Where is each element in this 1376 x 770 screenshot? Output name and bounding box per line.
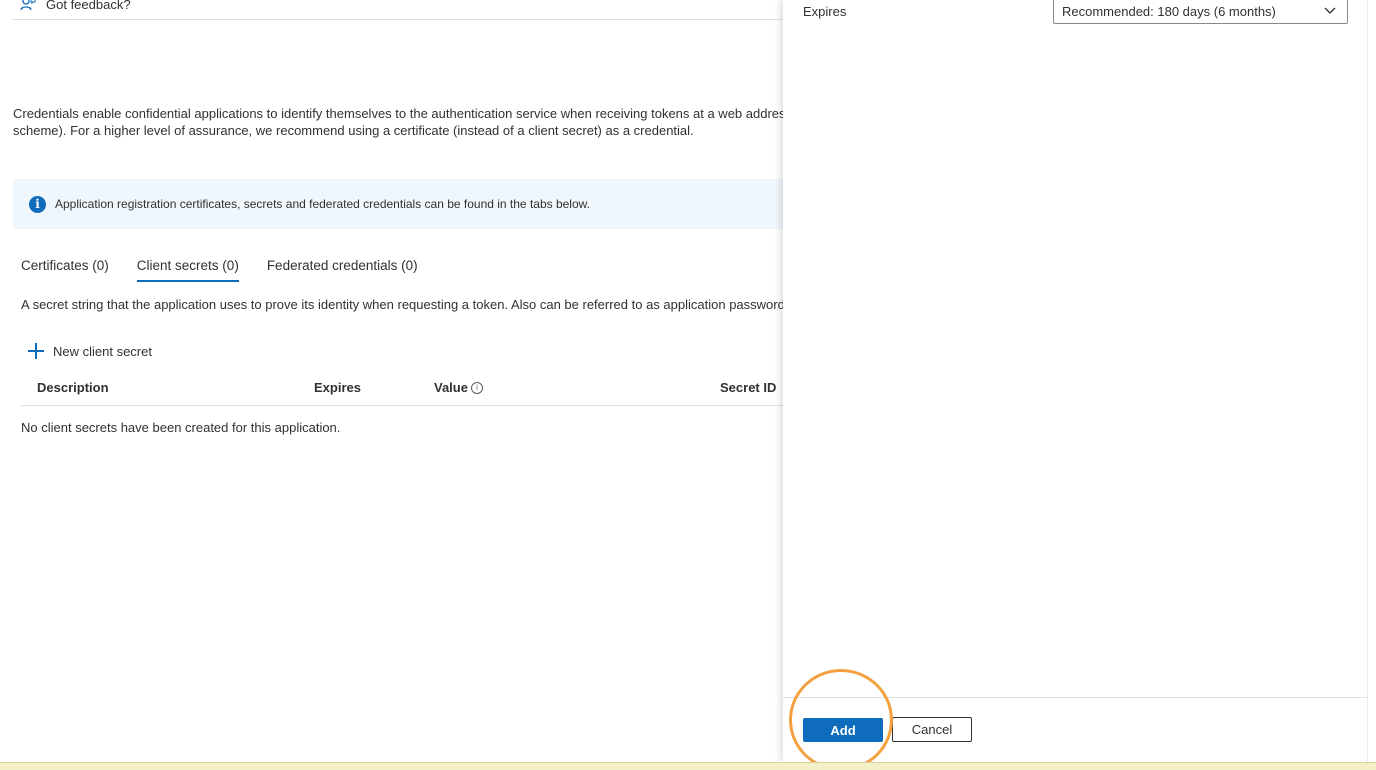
person-feedback-icon (20, 0, 36, 11)
value-info-icon[interactable]: i (470, 381, 483, 394)
credentials-main-content: Got feedback? Credentials enable confide… (0, 0, 784, 762)
new-client-secret-label: New client secret (53, 343, 152, 359)
expires-label: Expires (803, 4, 847, 19)
empty-table-message: No client secrets have been created for … (21, 420, 341, 435)
column-header-expires: Expires (314, 380, 361, 395)
app-page: Got feedback? Credentials enable confide… (0, 0, 1376, 770)
credentials-description: Credentials enable confidential applicat… (13, 105, 784, 139)
secrets-table-header: Description Expires Value i Secret ID (21, 378, 784, 406)
header-secret-id-label: Secret ID (720, 380, 777, 395)
header-value-label: Value (434, 380, 468, 395)
description-line-1: Credentials enable confidential applicat… (13, 106, 784, 121)
add-button[interactable]: Add (803, 718, 883, 742)
plus-icon (28, 343, 44, 359)
add-client-secret-panel: Expires Recommended: 180 days (6 months)… (783, 0, 1368, 770)
expires-selected-value: Recommended: 180 days (6 months) (1062, 4, 1276, 19)
top-divider (13, 19, 784, 20)
tab-federated-credentials[interactable]: Federated credentials (0) (267, 258, 418, 282)
new-client-secret-button[interactable]: New client secret (28, 343, 152, 359)
header-expires-label: Expires (314, 380, 361, 395)
panel-scrollbar[interactable] (1367, 0, 1376, 762)
credential-tabs: Certificates (0) Client secrets (0) Fede… (21, 258, 418, 282)
column-header-value: Value i (434, 380, 483, 395)
info-message-text: Application registration certificates, s… (55, 197, 590, 211)
column-header-secret-id: Secret ID (720, 380, 776, 395)
bottom-notification-strip (0, 762, 1376, 770)
feedback-link[interactable]: Got feedback? (20, 0, 131, 14)
expires-dropdown[interactable]: Recommended: 180 days (6 months) (1053, 0, 1348, 24)
info-icon: i (29, 195, 46, 213)
tab-client-secrets[interactable]: Client secrets (0) (136, 258, 239, 282)
cancel-button[interactable]: Cancel (892, 717, 972, 742)
info-message-bar: i Application registration certificates,… (13, 179, 784, 229)
feedback-label: Got feedback? (46, 0, 131, 12)
panel-footer-divider (783, 697, 1368, 698)
header-description-label: Description (37, 380, 109, 395)
column-header-description: Description (37, 380, 109, 395)
tab-certificates[interactable]: Certificates (0) (21, 258, 109, 282)
description-line-2: scheme). For a higher level of assurance… (13, 123, 694, 138)
chevron-down-icon (1324, 7, 1336, 14)
client-secrets-description: A secret string that the application use… (21, 297, 784, 312)
